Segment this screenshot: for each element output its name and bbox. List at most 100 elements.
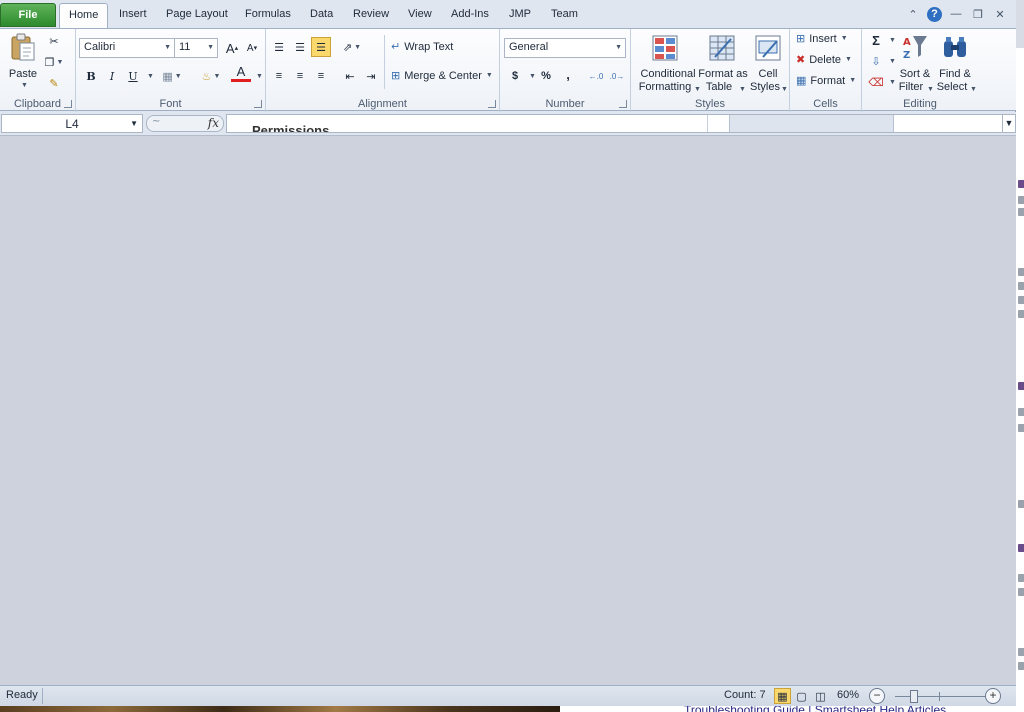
borders-icon[interactable]: ▦ ▼ xyxy=(162,66,182,86)
name-box-value: L4 xyxy=(65,117,79,131)
tab-file[interactable]: File xyxy=(0,3,56,27)
formula-input[interactable]: Permissions xyxy=(226,114,1004,133)
align-right-icon[interactable]: ≡ xyxy=(311,66,331,86)
autosum-icon[interactable]: Σ xyxy=(866,30,886,50)
align-left-icon[interactable]: ≡ xyxy=(269,66,289,86)
find-select-button[interactable]: Find & Select ▼ xyxy=(935,33,977,93)
font-size-combo[interactable]: 11 ▼ xyxy=(174,38,218,58)
italic-button[interactable]: I xyxy=(102,66,122,86)
fill-color-icon[interactable]: ♨ ▼ xyxy=(201,66,221,86)
page-layout-view-icon[interactable]: ▢ xyxy=(793,688,810,704)
copy-icon[interactable]: ❐ ▼ xyxy=(44,52,64,72)
conditional-formatting-label-2: Formatting xyxy=(638,81,692,93)
format-cells-button[interactable]: ▦ Format ▼ xyxy=(796,74,856,88)
bold-button[interactable]: B xyxy=(81,66,101,86)
font-name-combo[interactable]: Calibri ▼ xyxy=(79,38,175,58)
paste-dropdown-icon: ▼ xyxy=(21,82,28,89)
expand-formula-bar-icon[interactable]: ▼ xyxy=(1002,114,1016,133)
tab-formulas[interactable]: Formulas xyxy=(245,8,291,20)
minimize-ribbon-icon[interactable]: ⌃ xyxy=(905,6,921,22)
align-top-icon[interactable]: ☰ xyxy=(269,37,289,57)
format-as-table-button[interactable]: Format as Table ▼ xyxy=(697,33,749,93)
percent-button[interactable]: % xyxy=(536,66,556,86)
zoom-slider-thumb[interactable] xyxy=(910,690,918,703)
chevron-down-icon: ▼ xyxy=(781,86,788,93)
increase-decimal-icon[interactable]: ←.0 xyxy=(586,66,606,86)
page-break-view-icon[interactable]: ◫ xyxy=(812,688,829,704)
fill-dropdown-icon[interactable]: ▼ xyxy=(889,58,896,65)
conditional-formatting-label-1: Conditional xyxy=(640,68,696,80)
decrease-decimal-icon[interactable]: .0→ xyxy=(607,66,627,86)
dialog-launcher-icon[interactable] xyxy=(64,100,72,108)
tab-jmp[interactable]: JMP xyxy=(509,8,531,20)
chevron-down-icon[interactable]: ▼ xyxy=(130,119,138,128)
formula-content: Permissions xyxy=(252,123,330,133)
zoom-in-icon[interactable]: + xyxy=(985,688,1001,704)
cell-styles-button[interactable]: Cell Styles ▼ xyxy=(749,33,788,93)
cancel-icon[interactable]: ∼ xyxy=(152,116,160,127)
chevron-down-icon: ▼ xyxy=(845,56,852,63)
find-select-label-1: Find & xyxy=(939,68,971,80)
align-bottom-icon[interactable]: ☰ xyxy=(311,37,331,57)
delete-cells-button[interactable]: ✖ Delete ▼ xyxy=(796,53,852,67)
align-middle-icon[interactable]: ☰ xyxy=(290,37,310,57)
autosum-dropdown-icon[interactable]: ▼ xyxy=(889,37,896,44)
number-format-combo[interactable]: General ▼ xyxy=(504,38,626,58)
background-fragment xyxy=(1018,382,1024,390)
background-fragment xyxy=(1018,180,1024,188)
wrap-text-button[interactable]: ↵ Wrap Text xyxy=(391,40,453,54)
dialog-launcher-icon[interactable] xyxy=(619,100,627,108)
fill-icon[interactable]: ⇩ xyxy=(866,51,886,71)
insert-cells-button[interactable]: ⊞ Insert ▼ xyxy=(796,32,848,46)
underline-button[interactable]: U xyxy=(123,66,143,86)
dialog-launcher-icon[interactable] xyxy=(254,100,262,108)
name-box[interactable]: L4 ▼ xyxy=(1,114,143,133)
group-alignment: ☰ ☰ ☰ ⇗ ▼ ≡ ≡ ≡ ⇤ ⇥ ↵ Wrap Text ⊞ Merge &… xyxy=(266,29,500,112)
tab-view[interactable]: View xyxy=(408,8,432,20)
close-icon[interactable]: ✕ xyxy=(992,6,1008,22)
increase-indent-icon[interactable]: ⇥ xyxy=(361,66,381,86)
zoom-slider-track[interactable] xyxy=(895,696,987,697)
cut-icon[interactable]: ✂ xyxy=(44,31,64,51)
font-color-dropdown-icon[interactable]: ▼ xyxy=(256,73,263,80)
tab-insert[interactable]: Insert xyxy=(119,8,147,20)
underline-dropdown-icon[interactable]: ▼ xyxy=(147,73,154,80)
conditional-formatting-button[interactable]: Conditional Formatting ▼ xyxy=(635,33,701,93)
zoom-level[interactable]: 60% xyxy=(837,689,859,701)
font-color-icon[interactable]: A xyxy=(231,64,251,82)
window-controls: ⌃ ? — ❐ ✕ xyxy=(905,6,1008,22)
tab-team[interactable]: Team xyxy=(551,8,578,20)
currency-dropdown-icon[interactable]: ▼ xyxy=(529,73,536,80)
insert-function-icon[interactable]: fx xyxy=(208,116,219,130)
chevron-down-icon: ▼ xyxy=(485,72,493,79)
clear-dropdown-icon[interactable]: ▼ xyxy=(889,79,896,86)
paste-icon xyxy=(11,33,35,61)
tab-page-layout[interactable]: Page Layout xyxy=(166,8,228,20)
clear-icon[interactable]: ⌫ xyxy=(866,72,886,92)
sort-filter-button[interactable]: A Z Sort & Filter ▼ xyxy=(896,33,934,93)
paste-button[interactable]: Paste ▼ xyxy=(6,33,40,91)
worksheet-area[interactable] xyxy=(0,135,1016,685)
comma-button[interactable]: , xyxy=(558,64,578,84)
merge-center-button[interactable]: ⊞ Merge & Center ▼ xyxy=(391,69,493,83)
tab-home[interactable]: Home xyxy=(59,3,109,29)
tab-add-ins[interactable]: Add-Ins xyxy=(451,8,489,20)
group-font: Calibri ▼ 11 ▼ A ▴ A ▾ B I U ▼ ▦ ▼ ♨ ▼ A ▼ F… xyxy=(76,29,266,112)
align-center-icon[interactable]: ≡ xyxy=(290,66,310,86)
decrease-indent-icon[interactable]: ⇤ xyxy=(340,66,360,86)
tab-review[interactable]: Review xyxy=(353,8,389,20)
orientation-icon[interactable]: ⇗ ▼ xyxy=(342,37,362,57)
dialog-launcher-icon[interactable] xyxy=(488,100,496,108)
background-fragment xyxy=(1018,310,1024,318)
minimize-icon[interactable]: — xyxy=(948,6,964,22)
grow-font-icon[interactable]: A ▴ xyxy=(222,38,242,58)
zoom-out-icon[interactable]: − xyxy=(869,688,885,704)
help-icon[interactable]: ? xyxy=(927,6,942,22)
restore-icon[interactable]: ❐ xyxy=(970,6,986,22)
status-bar: Ready Count: 7 ▦ ▢ ◫ 60% − + xyxy=(0,685,1016,706)
shrink-font-icon[interactable]: A ▾ xyxy=(242,38,262,58)
currency-button[interactable]: $ xyxy=(505,66,525,86)
tab-data[interactable]: Data xyxy=(310,8,333,20)
format-painter-icon[interactable]: ✎ xyxy=(44,73,64,93)
normal-view-icon[interactable]: ▦ xyxy=(774,688,791,704)
